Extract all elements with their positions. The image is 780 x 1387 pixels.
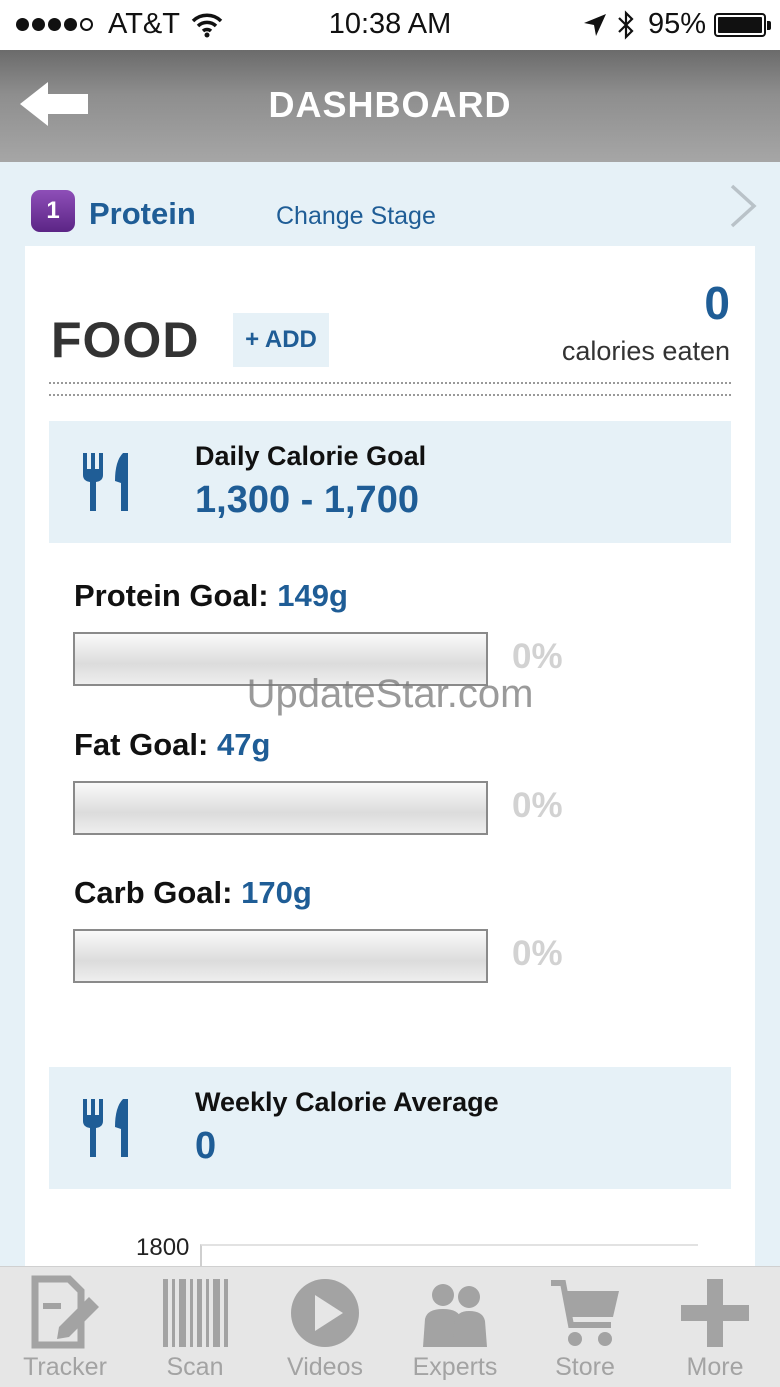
protein-goal-label: Protein Goal: 149g xyxy=(74,578,348,614)
battery-icon xyxy=(714,12,771,37)
tab-label: Tracker xyxy=(23,1353,107,1381)
cart-icon xyxy=(551,1280,619,1346)
carb-percent: 0% xyxy=(512,934,563,973)
plus-icon xyxy=(681,1279,749,1347)
dotted-divider xyxy=(49,382,731,396)
fat-goal-label: Fat Goal: 47g xyxy=(74,727,270,763)
carb-goal-text: Carb Goal: xyxy=(74,875,233,910)
carb-goal-value: 170g xyxy=(241,875,312,910)
protein-percent: 0% xyxy=(512,637,563,676)
experts-icon xyxy=(423,1284,487,1347)
fat-goal-text: Fat Goal: xyxy=(74,727,209,762)
protein-goal-value: 149g xyxy=(277,578,348,613)
daily-calorie-goal-panel: Daily Calorie Goal 1,300 - 1,700 xyxy=(49,421,731,543)
bluetooth-icon xyxy=(618,9,634,40)
fat-progress-bar xyxy=(73,781,488,835)
watermark: UpdateStar.com xyxy=(246,672,534,716)
tab-videos[interactable]: Videos xyxy=(260,1267,390,1387)
tab-bar: Tracker Scan Videos Experts Store More xyxy=(0,1266,780,1387)
fork-knife-icon xyxy=(83,453,128,511)
carb-progress-bar xyxy=(73,929,488,983)
tab-store[interactable]: Store xyxy=(520,1267,650,1387)
chevron-right-icon[interactable] xyxy=(726,182,760,230)
calories-eaten-label: calories eaten xyxy=(561,336,730,366)
change-stage-link[interactable]: Change Stage xyxy=(276,202,436,231)
weekly-calorie-average-value: 0 xyxy=(195,1125,217,1167)
navigation-bar: DASHBOARD xyxy=(0,50,780,162)
weekly-calorie-average-panel: Weekly Calorie Average 0 xyxy=(49,1067,731,1189)
tab-scan[interactable]: Scan xyxy=(130,1267,260,1387)
stage-name: Protein xyxy=(89,196,196,231)
status-right: 95% xyxy=(582,8,771,41)
status-bar: AT&T 10:38 AM 95% xyxy=(0,0,780,50)
weekly-calorie-average-label: Weekly Calorie Average xyxy=(195,1087,499,1117)
protein-goal-text: Protein Goal: xyxy=(74,578,269,613)
tracker-icon xyxy=(31,1275,99,1349)
tab-label: Videos xyxy=(287,1353,363,1381)
battery-percent: 95% xyxy=(647,8,706,40)
tab-label: Experts xyxy=(412,1353,498,1381)
tab-experts[interactable]: Experts xyxy=(390,1267,520,1387)
tab-label: More xyxy=(686,1353,744,1381)
daily-calorie-goal-label: Daily Calorie Goal xyxy=(195,441,427,471)
tab-more[interactable]: More xyxy=(650,1267,780,1387)
carb-goal-label: Carb Goal: 170g xyxy=(74,875,312,911)
fat-percent: 0% xyxy=(512,786,563,825)
chart-y-tick: 1800 xyxy=(136,1234,190,1261)
fork-knife-icon xyxy=(83,1099,128,1157)
location-arrow-icon xyxy=(583,13,606,36)
page-title: DASHBOARD xyxy=(268,84,512,125)
daily-calorie-goal-value: 1,300 - 1,700 xyxy=(195,479,419,521)
food-section-title: FOOD xyxy=(51,312,200,368)
add-food-button[interactable]: + ADD xyxy=(233,313,329,367)
barcode-icon xyxy=(163,1279,228,1347)
fat-goal-value: 47g xyxy=(216,727,271,762)
tab-label: Store xyxy=(555,1353,615,1381)
tab-label: Scan xyxy=(166,1353,224,1381)
calories-eaten-value: 0 xyxy=(704,277,730,329)
tab-tracker[interactable]: Tracker xyxy=(0,1267,130,1387)
stage-number-badge: 1 xyxy=(31,190,75,232)
play-icon xyxy=(291,1279,359,1347)
